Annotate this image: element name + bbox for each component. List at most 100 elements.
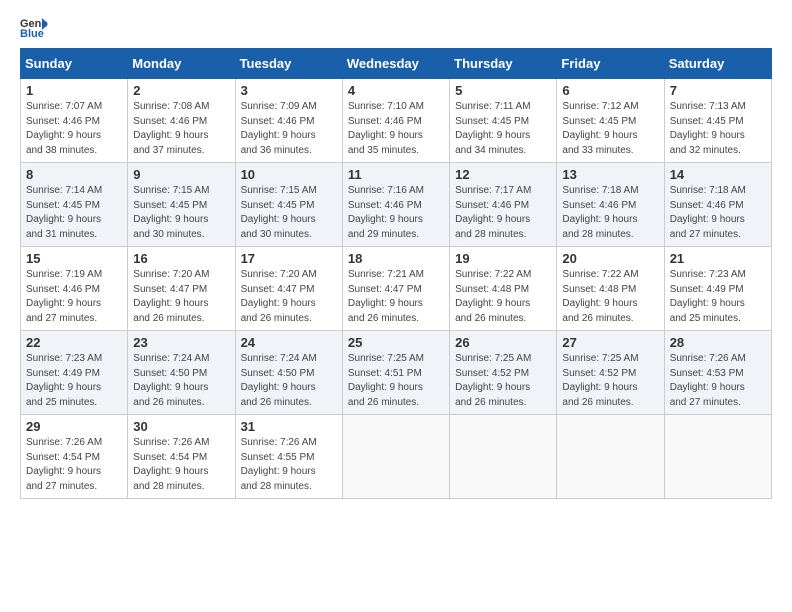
- day-info: Sunrise: 7:18 AM Sunset: 4:46 PM Dayligh…: [562, 184, 658, 242]
- calendar-cell: 23Sunrise: 7:24 AM Sunset: 4:50 PM Dayli…: [128, 331, 235, 415]
- calendar-cell: 7 Sunrise: 7:13 AM Sunset: 4:45 PM Daylig…: [664, 79, 771, 163]
- calendar-cell: 4 Sunrise: 7:10 AM Sunset: 4:46 PM Daylig…: [342, 79, 449, 163]
- day-info: Sunrise: 7:17 AM Sunset: 4:46 PM Dayligh…: [455, 184, 551, 242]
- calendar-cell: [664, 415, 771, 499]
- calendar-cell: 10Sunrise: 7:15 AM Sunset: 4:45 PM Dayli…: [235, 163, 342, 247]
- calendar-cell: 17 Sunrise: 7:20 AM Sunset: 4:47 PM Dayli…: [235, 247, 342, 331]
- day-number: 24: [241, 335, 337, 350]
- calendar-cell: 6 Sunrise: 7:12 AM Sunset: 4:45 PM Daylig…: [557, 79, 664, 163]
- logo-icon: General Blue: [20, 16, 48, 38]
- day-number: 28: [670, 335, 766, 350]
- calendar-cell: 13 Sunrise: 7:18 AM Sunset: 4:46 PM Dayli…: [557, 163, 664, 247]
- calendar-week-5: 29 Sunrise: 7:26 AM Sunset: 4:54 PM Dayli…: [21, 415, 772, 499]
- day-info: Sunrise: 7:20 AM Sunset: 4:47 PM Dayligh…: [241, 268, 337, 326]
- day-number: 6: [562, 83, 658, 98]
- day-info: Sunrise: 7:23 AM Sunset: 4:49 PM Dayligh…: [670, 268, 766, 326]
- calendar-cell: 15Sunrise: 7:19 AM Sunset: 4:46 PM Dayli…: [21, 247, 128, 331]
- calendar-table: SundayMondayTuesdayWednesdayThursdayFrid…: [20, 48, 772, 499]
- day-info: Sunrise: 7:26 AM Sunset: 4:54 PM Dayligh…: [26, 436, 122, 494]
- day-number: 9: [133, 167, 229, 182]
- day-number: 19: [455, 251, 551, 266]
- day-info: Sunrise: 7:24 AM Sunset: 4:50 PM Dayligh…: [241, 352, 337, 410]
- calendar-cell: 2 Sunrise: 7:08 AM Sunset: 4:46 PM Daylig…: [128, 79, 235, 163]
- calendar-week-1: 1 Sunrise: 7:07 AM Sunset: 4:46 PM Daylig…: [21, 79, 772, 163]
- day-number: 4: [348, 83, 444, 98]
- calendar-header-wednesday: Wednesday: [342, 49, 449, 79]
- calendar-week-4: 22 Sunrise: 7:23 AM Sunset: 4:49 PM Dayli…: [21, 331, 772, 415]
- day-info: Sunrise: 7:25 AM Sunset: 4:52 PM Dayligh…: [562, 352, 658, 410]
- day-number: 2: [133, 83, 229, 98]
- calendar-cell: 25Sunrise: 7:25 AM Sunset: 4:51 PM Dayli…: [342, 331, 449, 415]
- day-info: Sunrise: 7:25 AM Sunset: 4:52 PM Dayligh…: [455, 352, 551, 410]
- calendar-cell: 5 Sunrise: 7:11 AM Sunset: 4:45 PM Daylig…: [450, 79, 557, 163]
- day-info: Sunrise: 7:15 AM Sunset: 4:45 PM Dayligh…: [133, 184, 229, 242]
- day-number: 20: [562, 251, 658, 266]
- calendar-cell: 21Sunrise: 7:23 AM Sunset: 4:49 PM Dayli…: [664, 247, 771, 331]
- day-number: 27: [562, 335, 658, 350]
- calendar-cell: 30 Sunrise: 7:26 AM Sunset: 4:54 PM Dayli…: [128, 415, 235, 499]
- logo: General Blue: [20, 16, 50, 38]
- calendar-cell: 3Sunrise: 7:09 AM Sunset: 4:46 PM Daylig…: [235, 79, 342, 163]
- calendar-cell: 9 Sunrise: 7:15 AM Sunset: 4:45 PM Daylig…: [128, 163, 235, 247]
- day-info: Sunrise: 7:22 AM Sunset: 4:48 PM Dayligh…: [455, 268, 551, 326]
- calendar-week-3: 15Sunrise: 7:19 AM Sunset: 4:46 PM Dayli…: [21, 247, 772, 331]
- day-info: Sunrise: 7:12 AM Sunset: 4:45 PM Dayligh…: [562, 100, 658, 158]
- day-info: Sunrise: 7:14 AM Sunset: 4:45 PM Dayligh…: [26, 184, 122, 242]
- calendar-cell: 26Sunrise: 7:25 AM Sunset: 4:52 PM Dayli…: [450, 331, 557, 415]
- calendar-cell: 27 Sunrise: 7:25 AM Sunset: 4:52 PM Dayli…: [557, 331, 664, 415]
- calendar-cell: 18 Sunrise: 7:21 AM Sunset: 4:47 PM Dayli…: [342, 247, 449, 331]
- calendar-cell: [450, 415, 557, 499]
- day-info: Sunrise: 7:08 AM Sunset: 4:46 PM Dayligh…: [133, 100, 229, 158]
- day-number: 15: [26, 251, 122, 266]
- day-info: Sunrise: 7:24 AM Sunset: 4:50 PM Dayligh…: [133, 352, 229, 410]
- day-number: 12: [455, 167, 551, 182]
- calendar-cell: 8 Sunrise: 7:14 AM Sunset: 4:45 PM Daylig…: [21, 163, 128, 247]
- calendar-week-2: 8 Sunrise: 7:14 AM Sunset: 4:45 PM Daylig…: [21, 163, 772, 247]
- day-number: 8: [26, 167, 122, 182]
- calendar-header-row: SundayMondayTuesdayWednesdayThursdayFrid…: [21, 49, 772, 79]
- calendar-cell: 31Sunrise: 7:26 AM Sunset: 4:55 PM Dayli…: [235, 415, 342, 499]
- day-number: 16: [133, 251, 229, 266]
- day-info: Sunrise: 7:26 AM Sunset: 4:54 PM Dayligh…: [133, 436, 229, 494]
- day-number: 22: [26, 335, 122, 350]
- day-info: Sunrise: 7:09 AM Sunset: 4:46 PM Dayligh…: [241, 100, 337, 158]
- day-number: 30: [133, 419, 229, 434]
- day-number: 13: [562, 167, 658, 182]
- calendar-cell: 1 Sunrise: 7:07 AM Sunset: 4:46 PM Daylig…: [21, 79, 128, 163]
- calendar-cell: 14Sunrise: 7:18 AM Sunset: 4:46 PM Dayli…: [664, 163, 771, 247]
- day-info: Sunrise: 7:07 AM Sunset: 4:46 PM Dayligh…: [26, 100, 122, 158]
- day-info: Sunrise: 7:10 AM Sunset: 4:46 PM Dayligh…: [348, 100, 444, 158]
- calendar-header-friday: Friday: [557, 49, 664, 79]
- day-info: Sunrise: 7:26 AM Sunset: 4:55 PM Dayligh…: [241, 436, 337, 494]
- day-info: Sunrise: 7:26 AM Sunset: 4:53 PM Dayligh…: [670, 352, 766, 410]
- day-info: Sunrise: 7:23 AM Sunset: 4:49 PM Dayligh…: [26, 352, 122, 410]
- day-info: Sunrise: 7:11 AM Sunset: 4:45 PM Dayligh…: [455, 100, 551, 158]
- day-number: 11: [348, 167, 444, 182]
- day-info: Sunrise: 7:21 AM Sunset: 4:47 PM Dayligh…: [348, 268, 444, 326]
- day-info: Sunrise: 7:22 AM Sunset: 4:48 PM Dayligh…: [562, 268, 658, 326]
- svg-text:Blue: Blue: [20, 28, 44, 38]
- day-number: 14: [670, 167, 766, 182]
- day-number: 29: [26, 419, 122, 434]
- calendar-cell: 24 Sunrise: 7:24 AM Sunset: 4:50 PM Dayli…: [235, 331, 342, 415]
- calendar-cell: 11 Sunrise: 7:16 AM Sunset: 4:46 PM Dayli…: [342, 163, 449, 247]
- day-number: 5: [455, 83, 551, 98]
- day-number: 1: [26, 83, 122, 98]
- day-number: 7: [670, 83, 766, 98]
- day-info: Sunrise: 7:15 AM Sunset: 4:45 PM Dayligh…: [241, 184, 337, 242]
- day-info: Sunrise: 7:25 AM Sunset: 4:51 PM Dayligh…: [348, 352, 444, 410]
- day-info: Sunrise: 7:16 AM Sunset: 4:46 PM Dayligh…: [348, 184, 444, 242]
- calendar-cell: [342, 415, 449, 499]
- calendar-cell: 16 Sunrise: 7:20 AM Sunset: 4:47 PM Dayli…: [128, 247, 235, 331]
- day-info: Sunrise: 7:13 AM Sunset: 4:45 PM Dayligh…: [670, 100, 766, 158]
- calendar-body: 1 Sunrise: 7:07 AM Sunset: 4:46 PM Daylig…: [21, 79, 772, 499]
- day-info: Sunrise: 7:20 AM Sunset: 4:47 PM Dayligh…: [133, 268, 229, 326]
- calendar-cell: [557, 415, 664, 499]
- day-number: 17: [241, 251, 337, 266]
- calendar-cell: 29 Sunrise: 7:26 AM Sunset: 4:54 PM Dayli…: [21, 415, 128, 499]
- calendar-cell: 19 Sunrise: 7:22 AM Sunset: 4:48 PM Dayli…: [450, 247, 557, 331]
- calendar-cell: 28 Sunrise: 7:26 AM Sunset: 4:53 PM Dayli…: [664, 331, 771, 415]
- calendar-cell: 22 Sunrise: 7:23 AM Sunset: 4:49 PM Dayli…: [21, 331, 128, 415]
- calendar-header-saturday: Saturday: [664, 49, 771, 79]
- day-number: 18: [348, 251, 444, 266]
